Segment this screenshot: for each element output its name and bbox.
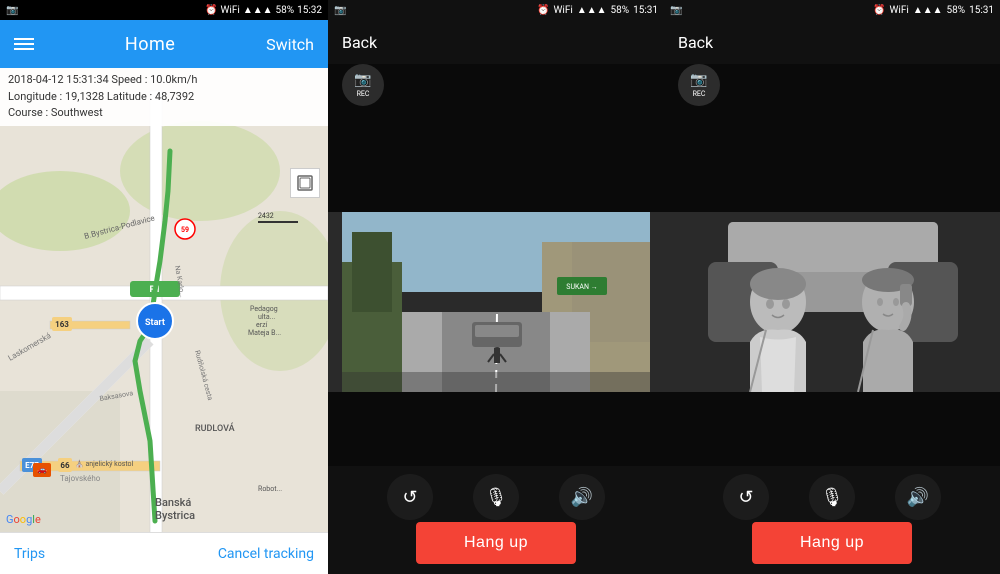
v1-alarm: ⏰	[537, 5, 549, 16]
v1-time: 15:31	[633, 5, 658, 16]
rotate-icon-2: ↺	[738, 487, 753, 508]
google-logo: Google	[6, 513, 41, 526]
status-bar-left: 📷	[6, 5, 18, 16]
v2-signal: ▲▲▲	[913, 5, 943, 16]
v1-battery: 58%	[611, 5, 630, 16]
map-panel: 📷 ⏰ WiFi ▲▲▲ 58% 15:32 Home Switch 2018-…	[0, 0, 328, 574]
video-status-bar-1: 📷 ⏰ WiFi ▲▲▲ 58% 15:31	[328, 0, 664, 20]
video-cam-icon-1: 📷	[334, 5, 346, 16]
video-main-frame-1: SUKAN →	[328, 212, 664, 392]
v2-time: 15:31	[969, 5, 994, 16]
v2-battery: 58%	[947, 5, 966, 16]
svg-text:RUDLOVÁ: RUDLOVÁ	[195, 422, 235, 434]
rec-button-area-1: 📷 REC	[342, 64, 384, 106]
speaker-icon-2: 🔊	[907, 487, 929, 508]
mic-button-1[interactable]: 🎙	[473, 474, 519, 520]
svg-text:59: 59	[181, 226, 189, 234]
header-title: Home	[125, 34, 175, 55]
video-main-frame-2	[664, 212, 1000, 392]
video-panel-1: 📷 ⏰ WiFi ▲▲▲ 58% 15:31 Back 📷 REC	[328, 0, 664, 574]
info-line3: Course : Southwest	[8, 105, 320, 122]
mic-button-2[interactable]: 🎙	[809, 474, 855, 520]
speaker-button-1[interactable]: 🔊	[559, 474, 605, 520]
v1-wifi: WiFi	[554, 5, 573, 16]
rotate-button-1[interactable]: ↺	[387, 474, 433, 520]
rec-button-area-2: 📷 REC	[678, 64, 720, 106]
rec-label-2: REC	[693, 90, 706, 98]
video-top-bar-1: Back	[328, 20, 664, 64]
rec-cam-icon-2: 📷	[690, 72, 707, 88]
svg-text:erzí: erzí	[256, 321, 268, 329]
video-panel-2: 📷 ⏰ WiFi ▲▲▲ 58% 15:31 Back 📷 REC	[664, 0, 1000, 574]
hangup-button-1[interactable]: Hang up	[416, 522, 576, 564]
rec-button-1[interactable]: 📷 REC	[342, 64, 384, 106]
video-status-bar-2: 📷 ⏰ WiFi ▲▲▲ 58% 15:31	[664, 0, 1000, 20]
mic-icon-2: 🎙	[821, 487, 844, 508]
battery-text: 58%	[276, 5, 295, 16]
cancel-tracking-button[interactable]: Cancel tracking	[218, 546, 314, 562]
video-cam-icon-2: 📷	[670, 5, 682, 16]
hangup-button-2[interactable]: Hang up	[752, 522, 912, 564]
video-bottom-black-2	[664, 392, 1000, 466]
svg-text:Pedagog: Pedagog	[250, 305, 278, 313]
status-bar-map: 📷 ⏰ WiFi ▲▲▲ 58% 15:32	[0, 0, 328, 20]
svg-text:ulta...: ulta...	[258, 313, 275, 321]
svg-text:66: 66	[60, 461, 70, 470]
map-bottom-bar: Trips Cancel tracking	[0, 532, 328, 574]
svg-text:⛪ anjelický kostol: ⛪ anjelický kostol	[75, 459, 134, 468]
svg-text:Bystrica: Bystrica	[155, 509, 195, 522]
svg-text:Mateja B...: Mateja B...	[248, 329, 281, 337]
signal-icon: ▲▲▲	[243, 5, 273, 16]
speaker-button-2[interactable]: 🔊	[895, 474, 941, 520]
map-view[interactable]: R1 B.Bystrica-Podlavice Laskomerská Na K…	[0, 68, 328, 574]
svg-text:Start: Start	[145, 318, 165, 328]
video-controls-1: ↺ 🎙 🔊	[328, 474, 664, 520]
back-button-1[interactable]: Back	[342, 33, 377, 52]
svg-text:Tajovského: Tajovského	[60, 474, 101, 483]
svg-text:SUKAN →: SUKAN →	[566, 283, 597, 291]
rec-label-1: REC	[357, 90, 370, 98]
v2-alarm: ⏰	[873, 5, 885, 16]
info-line2: Longitude : 19,1328 Latitude : 48,7392	[8, 89, 320, 106]
mic-icon-1: 🎙	[485, 487, 508, 508]
svg-text:2432: 2432	[258, 212, 274, 220]
rec-cam-icon-1: 📷	[354, 72, 371, 88]
svg-text:Robot...: Robot...	[258, 485, 282, 493]
alarm-icon: ⏰	[205, 5, 217, 16]
app-header: Home Switch	[0, 20, 328, 68]
info-bar: 2018-04-12 15:31:34 Speed : 10.0km/h Lon…	[0, 68, 328, 126]
svg-text:Banská: Banská	[155, 496, 191, 509]
video-controls-2: ↺ 🎙 🔊	[664, 474, 1000, 520]
rec-button-2[interactable]: 📷 REC	[678, 64, 720, 106]
v2-wifi: WiFi	[890, 5, 909, 16]
svg-text:163: 163	[55, 320, 69, 329]
info-line1: 2018-04-12 15:31:34 Speed : 10.0km/h	[8, 72, 320, 89]
camera-status-icon: 📷	[6, 5, 18, 16]
video-bottom-black-1	[328, 392, 664, 466]
rotate-icon-1: ↺	[402, 487, 417, 508]
back-button-2[interactable]: Back	[678, 33, 713, 52]
status-bar-right: ⏰ WiFi ▲▲▲ 58% 15:32	[205, 5, 322, 16]
rotate-button-2[interactable]: ↺	[723, 474, 769, 520]
switch-button[interactable]: Switch	[266, 35, 314, 54]
svg-text:🚗: 🚗	[37, 465, 47, 474]
map-layer-button[interactable]	[290, 168, 320, 198]
video-top-bar-2: Back	[664, 20, 1000, 64]
v1-signal: ▲▲▲	[577, 5, 607, 16]
wifi-icon: WiFi	[221, 5, 240, 16]
time-text: 15:32	[297, 5, 322, 16]
speaker-icon-1: 🔊	[571, 487, 593, 508]
hamburger-menu[interactable]	[14, 38, 34, 50]
trips-button[interactable]: Trips	[14, 546, 45, 562]
